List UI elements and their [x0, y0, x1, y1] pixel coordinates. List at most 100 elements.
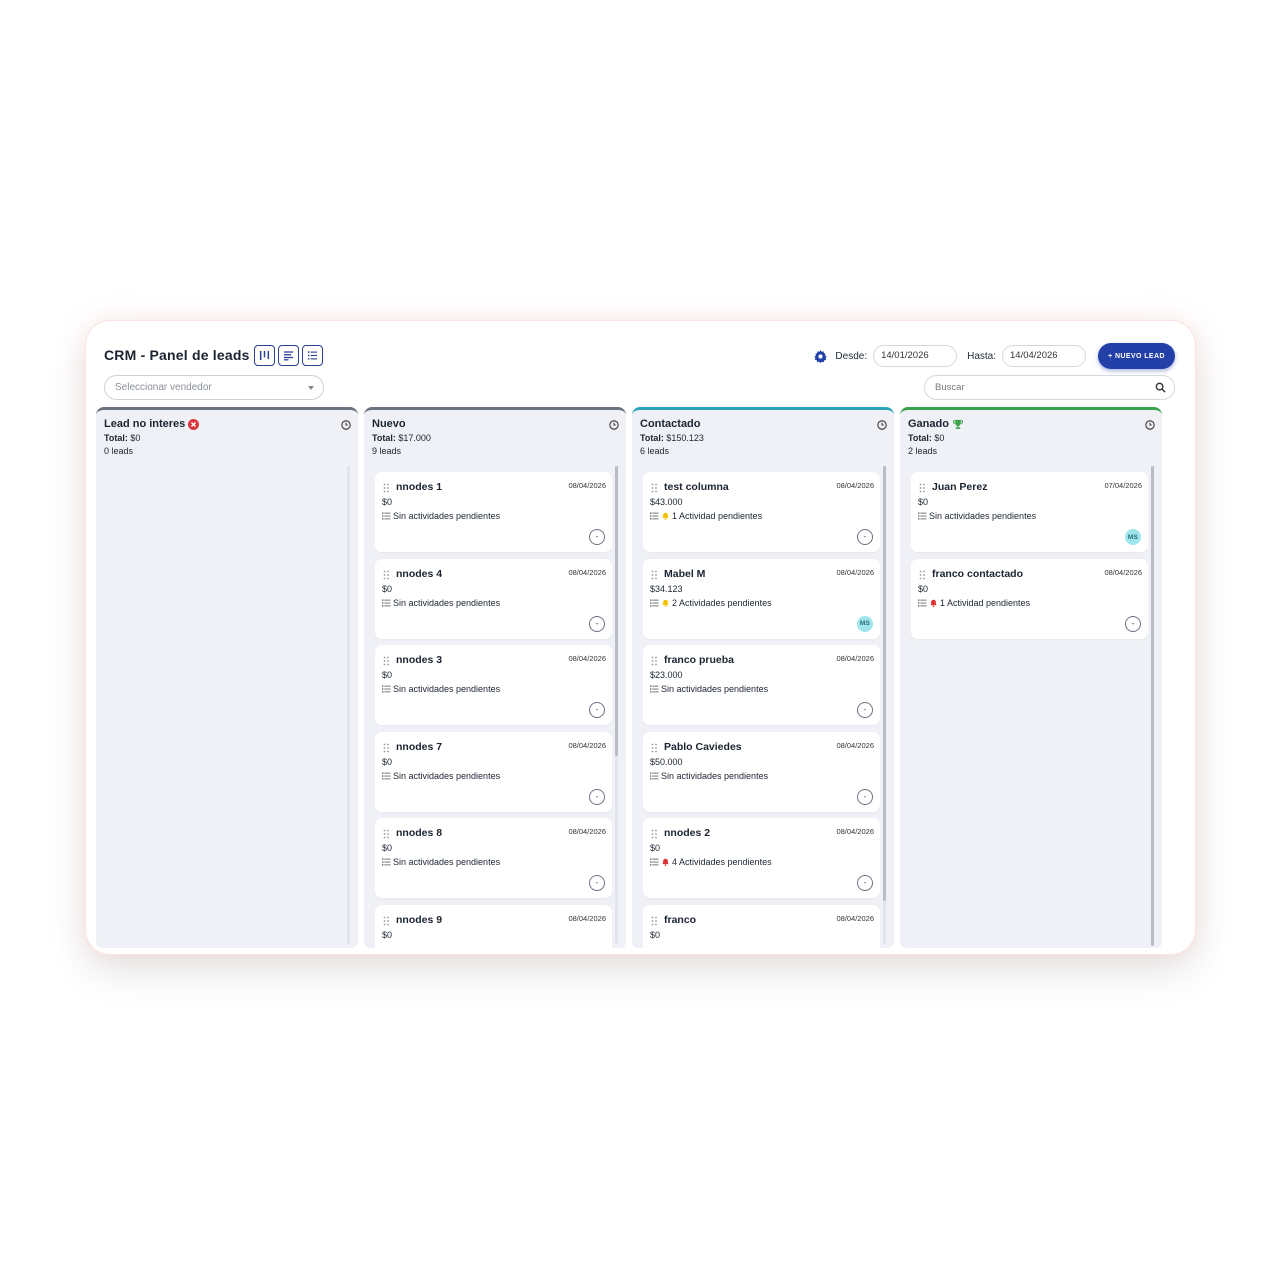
lead-card[interactable]: franco contactado 08/04/2026 $0 1 Actividad… — [911, 558, 1148, 639]
card-name[interactable]: franco prueba — [664, 654, 734, 666]
column-total: Total: $17.000 — [372, 433, 618, 443]
card-activities: 2 Actividades pendientes — [650, 598, 772, 608]
card-name[interactable]: test columna — [664, 481, 729, 493]
drag-handle-icon[interactable] — [383, 743, 390, 753]
scrollbar-thumb[interactable] — [1151, 466, 1154, 946]
card-name[interactable]: nnodes 4 — [396, 568, 442, 580]
card-amount: $0 — [382, 497, 393, 507]
drag-handle-icon[interactable] — [651, 743, 658, 753]
search-placeholder: Buscar — [935, 382, 965, 393]
caret-down-icon — [308, 386, 314, 390]
lead-card[interactable]: test columna 08/04/2026 $43.000 1 Actividad… — [643, 472, 880, 552]
card-name[interactable]: franco — [664, 914, 696, 926]
drag-handle-icon[interactable] — [919, 570, 926, 580]
card-date: 07/04/2026 — [1104, 481, 1142, 490]
bell-icon — [930, 599, 937, 607]
card-name[interactable]: Juan Perez — [932, 481, 987, 493]
drag-handle-icon[interactable] — [383, 483, 390, 493]
assign-button[interactable]: - — [589, 788, 605, 805]
card-activities: Sin actividades pendientes — [382, 511, 500, 521]
column-scrollbar[interactable] — [1151, 466, 1154, 946]
gear-icon[interactable] — [814, 349, 828, 363]
drag-handle-icon[interactable] — [651, 829, 658, 839]
card-name[interactable]: nnodes 8 — [396, 827, 442, 839]
assign-button[interactable]: - — [857, 788, 873, 805]
kanban-view-button[interactable] — [254, 345, 275, 366]
card-activities: Sin actividades pendientes — [650, 684, 768, 694]
column-cards: nnodes 1 08/04/2026 $0 Sin actividades pend… — [375, 472, 612, 948]
lead-card[interactable]: nnodes 2 08/04/2026 $0 4 Actividades pendie… — [643, 818, 880, 898]
vendor-select[interactable]: Seleccionar vendedor — [104, 375, 324, 400]
card-name[interactable]: nnodes 9 — [396, 914, 442, 926]
clock-icon[interactable] — [609, 420, 619, 430]
lead-card[interactable]: franco 08/04/2026 $0 — [643, 904, 880, 948]
drag-handle-icon[interactable] — [651, 656, 658, 666]
column-scrollbar[interactable] — [883, 466, 886, 944]
clock-icon[interactable] — [341, 420, 351, 430]
card-activities: 1 Actividad pendientes — [650, 511, 762, 521]
lead-card[interactable]: nnodes 3 08/04/2026 $0 Sin actividades pend… — [375, 645, 612, 725]
lead-card[interactable]: Mabel M 08/04/2026 $34.123 2 Actividades pe… — [643, 558, 880, 639]
column-total-label: Total: — [104, 433, 128, 443]
card-activity-text: Sin actividades pendientes — [393, 511, 501, 521]
hasta-date-input[interactable]: 14/04/2026 — [1002, 345, 1086, 367]
desde-date-input[interactable]: 14/01/2026 — [873, 345, 958, 367]
column-header: Lead no interes Total: $0 0 leads — [96, 410, 358, 466]
card-name[interactable]: nnodes 7 — [396, 741, 442, 753]
card-activity-text: 4 Actividades pendientes — [672, 857, 772, 867]
drag-handle-icon[interactable] — [383, 829, 390, 839]
desde-label: Desde: — [835, 350, 868, 362]
scrollbar-thumb[interactable] — [883, 466, 886, 901]
card-name[interactable]: nnodes 3 — [396, 654, 442, 666]
card-name[interactable]: nnodes 1 — [396, 481, 442, 493]
avatar[interactable]: MS — [857, 615, 873, 632]
column-lead-count: 2 leads — [908, 446, 938, 456]
column-title: Contactado — [640, 418, 701, 430]
drag-handle-icon[interactable] — [651, 916, 658, 926]
drag-handle-icon[interactable] — [651, 483, 658, 493]
clock-icon[interactable] — [1145, 420, 1155, 430]
drag-handle-icon[interactable] — [919, 483, 926, 493]
card-name[interactable]: franco contactado — [932, 568, 1023, 580]
search-input[interactable]: Buscar — [924, 375, 1175, 400]
assign-button[interactable]: - — [589, 702, 605, 718]
bell-icon — [662, 599, 669, 607]
column-scrollbar[interactable] — [615, 466, 618, 944]
card-name[interactable]: Mabel M — [664, 568, 705, 580]
card-amount: $0 — [382, 583, 393, 594]
lead-card[interactable]: nnodes 1 08/04/2026 $0 Sin actividades pend… — [375, 472, 612, 552]
lead-card[interactable]: franco prueba 08/04/2026 $23.000 Sin activi… — [643, 645, 880, 725]
assign-button[interactable]: - — [1125, 615, 1141, 632]
assign-button[interactable]: - — [589, 615, 605, 632]
drag-handle-icon[interactable] — [383, 656, 390, 666]
assign-button[interactable]: - — [589, 529, 605, 545]
avatar[interactable]: MS — [1125, 529, 1141, 545]
list-view-button[interactable] — [302, 345, 323, 366]
lead-card[interactable]: nnodes 7 08/04/2026 $0 Sin actividades pend… — [375, 731, 612, 812]
sort-view-button[interactable] — [278, 345, 299, 366]
card-date: 08/04/2026 — [568, 827, 606, 836]
column-lead-count: 9 leads — [372, 446, 402, 456]
search-icon[interactable] — [1155, 382, 1166, 393]
column-total-value: $0 — [934, 433, 945, 443]
lead-card[interactable]: Pablo Caviedes 08/04/2026 $50.000 Sin activ… — [643, 731, 880, 812]
card-name[interactable]: Pablo Caviedes — [664, 741, 742, 753]
drag-handle-icon[interactable] — [651, 570, 658, 580]
drag-handle-icon[interactable] — [383, 570, 390, 580]
new-lead-button[interactable]: + NUEVO LEAD — [1098, 343, 1175, 369]
assign-button[interactable]: - — [857, 702, 873, 718]
assign-button[interactable]: - — [857, 875, 873, 891]
lead-card[interactable]: nnodes 8 08/04/2026 $0 Sin actividades pend… — [375, 818, 612, 898]
assign-button[interactable]: - — [589, 875, 605, 891]
card-amount: $0 — [382, 843, 393, 853]
column-scrollbar[interactable] — [347, 466, 350, 944]
scrollbar-thumb[interactable] — [615, 466, 618, 756]
lead-card[interactable]: nnodes 4 08/04/2026 $0 Sin actividades pend… — [375, 558, 612, 639]
lead-card[interactable]: nnodes 9 08/04/2026 $0 — [375, 904, 612, 948]
column-total: Total: $150.123 — [640, 433, 886, 443]
lead-card[interactable]: Juan Perez 07/04/2026 $0 Sin actividades pe… — [911, 472, 1148, 552]
card-name[interactable]: nnodes 2 — [664, 827, 710, 839]
drag-handle-icon[interactable] — [383, 916, 390, 926]
assign-button[interactable]: - — [857, 529, 873, 545]
clock-icon[interactable] — [877, 420, 887, 430]
